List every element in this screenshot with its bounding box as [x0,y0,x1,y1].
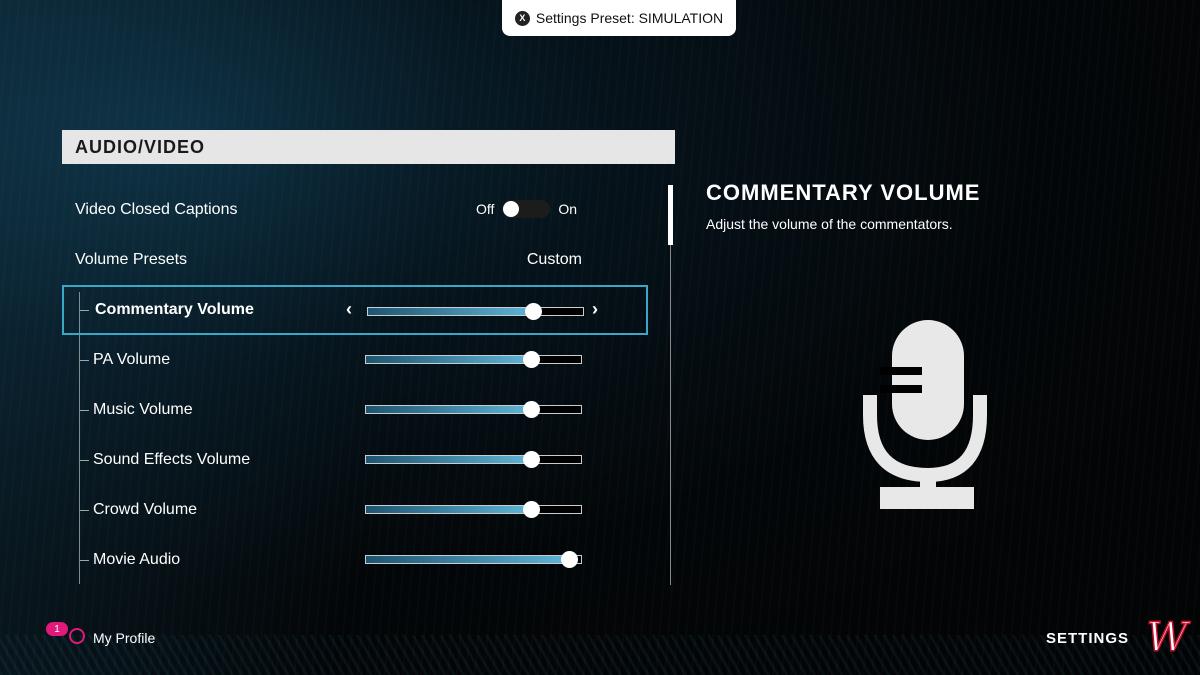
row-video-closed-captions[interactable]: Video Closed Captions Off On [62,185,648,235]
row-movie-audio[interactable]: Movie Audio [62,535,648,585]
commentary-volume-slider[interactable] [367,303,584,320]
slider-fill [368,308,534,315]
slider-knob[interactable] [524,303,542,320]
slider-fill [366,356,532,363]
volume-presets-value: Custom [526,251,582,268]
my-profile-button[interactable]: My Profile [93,630,155,646]
row-volume-presets[interactable]: Volume Presets Custom [62,235,648,285]
settings-preset-label: Settings Preset: SIMULATION [535,10,724,26]
row-label: Movie Audio [93,551,181,568]
slider-fill [366,406,532,413]
tree-tick [80,560,89,561]
tree-tick [80,510,89,511]
background-pattern [0,635,1200,675]
team-logo: W [1146,615,1189,661]
music-volume-slider[interactable] [365,401,582,418]
tree-tick [80,460,89,461]
sound-effects-volume-slider[interactable] [365,451,582,468]
toggle-on-label: On [558,201,578,217]
row-label: Crowd Volume [93,501,198,518]
row-label: PA Volume [93,351,171,368]
scrollbar-track[interactable] [670,185,671,585]
row-commentary-volume[interactable]: Commentary Volume ‹ › [62,285,648,335]
slider-knob[interactable] [561,551,579,568]
row-label: Video Closed Captions [75,201,238,218]
section-header: AUDIO/VIDEO [62,130,675,164]
row-label: Music Volume [93,401,193,418]
slider-knob[interactable] [522,451,540,468]
row-music-volume[interactable]: Music Volume [62,385,648,435]
tree-tick [80,310,89,311]
slider-knob[interactable] [522,351,540,368]
profile-icon[interactable] [69,628,85,644]
x-button-icon: X [514,10,530,26]
scrollbar-thumb[interactable] [668,185,673,245]
row-label: Volume Presets [75,251,188,268]
toggle-track[interactable] [502,200,551,218]
row-pa-volume[interactable]: PA Volume [62,335,648,385]
crowd-volume-slider[interactable] [365,501,582,518]
row-crowd-volume[interactable]: Crowd Volume [62,485,648,535]
chevron-left-icon[interactable]: ‹ [346,299,352,320]
detail-title: COMMENTARY VOLUME [706,180,981,205]
row-label: Commentary Volume [95,301,254,318]
slider-fill [366,556,571,563]
tree-tick [80,410,89,411]
slider-knob[interactable] [522,501,540,518]
closed-captions-toggle[interactable]: Off On [476,200,577,218]
detail-description: Adjust the volume of the commentators. [706,216,953,232]
section-title: AUDIO/VIDEO [75,136,206,157]
tree-tick [80,360,89,361]
notification-badge: 1 [46,622,68,636]
settings-label: SETTINGS [1046,630,1130,647]
toggle-off-label: Off [476,201,495,217]
chevron-right-icon[interactable]: › [592,299,598,320]
slider-knob[interactable] [522,401,540,418]
row-label: Sound Effects Volume [93,451,251,468]
movie-audio-slider[interactable] [365,551,582,568]
pa-volume-slider[interactable] [365,351,582,368]
slider-fill [366,506,532,513]
toggle-knob [503,201,520,217]
row-sound-effects-volume[interactable]: Sound Effects Volume [62,435,648,485]
slider-fill [366,456,532,463]
settings-preset-button[interactable]: X Settings Preset: SIMULATION [502,0,736,36]
microphone-icon [863,320,987,509]
